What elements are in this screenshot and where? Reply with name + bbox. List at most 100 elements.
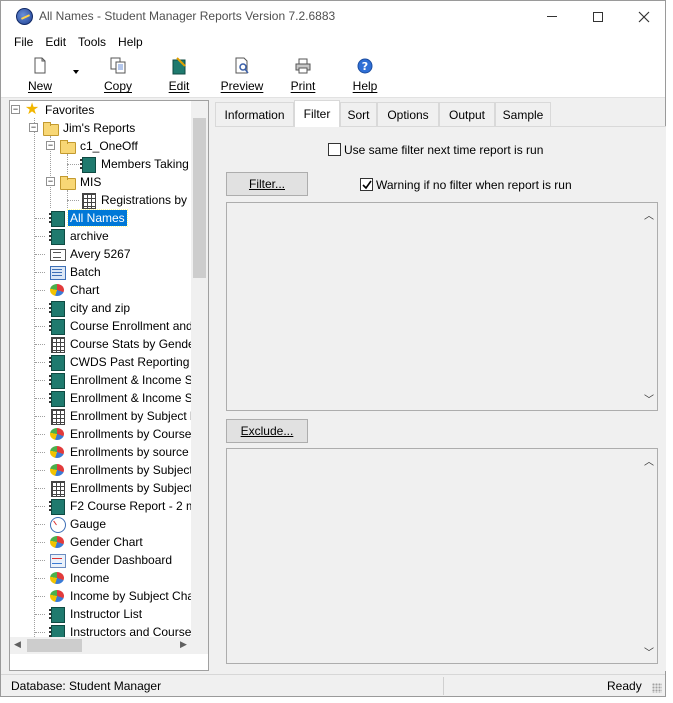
tree-node-report[interactable]: Enrollments by Subject b [27,479,193,497]
tree-node-report[interactable]: Chart [27,281,101,299]
minimize-button[interactable] [529,1,575,32]
tree-node-report[interactable]: Instructor List [27,605,144,623]
tree-node-report[interactable]: CWDS Past Reporting [27,353,191,371]
tree-node-report[interactable]: Avery 5267 [27,245,133,263]
scroll-down-icon[interactable]: ﹀ [644,644,654,659]
same-filter-checkbox[interactable] [328,143,341,156]
tree-node-mis[interactable]: − MIS [44,173,103,191]
tree-node-report[interactable]: Course Stats by Gender [27,335,193,353]
tree-guide-line [67,200,79,201]
tree-node-report[interactable]: All Names [27,209,128,227]
exclude-criteria-list[interactable]: ︿ ﹀ [226,448,658,664]
tab-output[interactable]: Output [439,102,495,126]
scroll-up-icon[interactable]: ︿ [644,453,654,468]
tree-node-report[interactable]: Batch [27,263,103,281]
horizontal-scroll-thumb[interactable] [27,639,82,652]
tree-node-report[interactable]: Income by Subject Chart [27,587,193,605]
collapse-icon[interactable]: − [46,141,55,150]
print-button[interactable]: Print [288,54,318,94]
window-title: All Names - Student Manager Reports Vers… [39,9,336,23]
tree-node-report[interactable]: archive [27,227,111,245]
tree-node-report[interactable]: Enrollment & Income Su [27,371,193,389]
tree-node-report[interactable]: Enrollment by Subject by [27,407,193,425]
scroll-up-icon[interactable]: ︿ [644,207,654,222]
copy-button[interactable]: Copy [101,54,135,94]
new-button[interactable]: New [25,54,55,94]
tree-guide-line [35,470,45,471]
menu-tools[interactable]: Tools [72,35,112,49]
tree-node-report[interactable]: Enrollment & Income Su [27,389,193,407]
tree-horizontal-scrollbar[interactable]: ◀ ▶ [10,637,193,654]
filter-button[interactable]: Filter... [226,172,308,196]
minimize-icon [547,16,557,17]
tree-node-label: Gauge [70,517,107,531]
tab-sort[interactable]: Sort [340,102,377,126]
tree-vertical-scrollbar[interactable] [191,101,208,654]
chart-icon [49,444,65,460]
exclude-list-scrollbar[interactable]: ︿ ﹀ [640,449,657,663]
tree-node-report[interactable]: Gender Chart [27,533,145,551]
tree-node-report[interactable]: city and zip [27,299,132,317]
filter-criteria-list[interactable]: ︿ ﹀ [226,202,658,411]
menu-edit[interactable]: Edit [39,35,72,49]
new-dropdown-arrow-icon[interactable] [73,70,79,74]
tab-sample[interactable]: Sample [495,102,551,126]
tree-node-label: Enrollments by Course fo [70,427,193,441]
tree-node-favorites[interactable]: − ★ Favorites [10,101,96,119]
tree-node-report[interactable]: Gauge [27,515,108,533]
edit-button[interactable]: Edit [165,54,193,94]
tree-node-report[interactable]: Enrollments by Subject [27,461,193,479]
crosstab-icon [49,480,65,497]
tree-node-jims-reports[interactable]: − Jim's Reports [27,119,137,137]
tree-node-members-taking[interactable]: Members Taking [66,155,191,173]
close-button[interactable] [621,1,667,32]
warning-label[interactable]: Warning if no filter when report is run [376,178,572,192]
tree-guide-line [35,542,45,543]
tree-node-registrations[interactable]: Registrations by S [66,191,193,209]
warning-checkbox[interactable] [360,178,373,191]
report-tree[interactable]: − ★ Favorites − Jim's Reports − c1_OneOf… [9,100,209,671]
menu-file[interactable]: File [8,35,39,49]
tree-node-report[interactable]: Course Enrollment and In [27,317,193,335]
edit-label: Edit [168,79,190,93]
tree-node-label: Gender Chart [70,535,143,549]
collapse-icon[interactable]: − [11,105,20,114]
resize-grip-icon[interactable] [652,683,662,693]
preview-label: Preview [220,79,264,93]
toolbar: New Copy Edit Preview Print ? Help [1,52,665,98]
same-filter-label[interactable]: Use same filter next time report is run [344,143,543,157]
tab-options[interactable]: Options [377,102,439,126]
tree-node-label: Course Enrollment and In [70,319,193,333]
collapse-icon[interactable]: − [46,177,55,186]
maximize-button[interactable] [575,1,621,32]
preview-button[interactable]: Preview [219,54,265,94]
help-button[interactable]: ? Help [350,54,380,94]
filter-list-scrollbar[interactable]: ︿ ﹀ [640,203,657,410]
vertical-scroll-thumb[interactable] [193,118,206,278]
tree-guide-line [35,218,45,219]
tree-node-label: Income by Subject Chart [70,589,193,603]
tree-node-report[interactable]: Gender Dashboard [27,551,174,569]
tab-filter[interactable]: Filter [294,100,340,127]
scroll-left-icon[interactable]: ◀ [14,639,21,650]
tree-node-report[interactable]: Enrollments by Course fo [27,425,193,443]
tree-guide-line [35,254,45,255]
tree-node-report[interactable]: F2 Course Report - 2 mo [27,497,193,515]
collapse-icon[interactable]: − [29,123,38,132]
tree-node-report[interactable]: Enrollments by source [27,443,191,461]
tree-node-c1-oneoff[interactable]: − c1_OneOff [44,137,140,155]
tree-node-report[interactable]: Income [27,569,111,587]
svg-text:?: ? [362,60,368,73]
tree-guide-line [35,344,45,345]
tab-information[interactable]: Information [215,102,294,126]
scroll-right-icon[interactable]: ▶ [180,639,187,650]
scroll-down-icon[interactable]: ﹀ [644,391,654,406]
tree-guide-line [67,164,79,165]
tree-viewport: − ★ Favorites − Jim's Reports − c1_OneOf… [10,101,193,654]
chart-icon [49,570,65,586]
menu-help[interactable]: Help [112,35,149,49]
exclude-button[interactable]: Exclude... [226,419,308,443]
tree-node-label: Enrollments by Subject [70,463,193,477]
tree-guide-line [35,398,45,399]
tree-node-label: Course Stats by Gender [70,337,193,351]
